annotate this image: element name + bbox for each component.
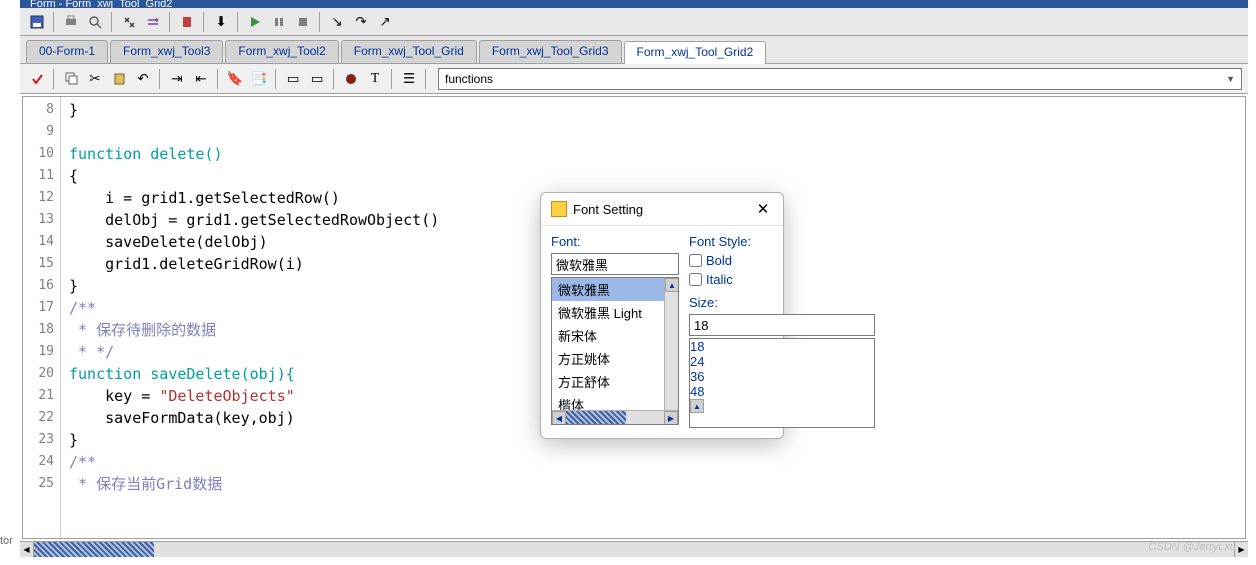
size-label: Size: — [689, 295, 875, 310]
document-tabs: 00-Form-1 Form_xwj_Tool3 Form_xwj_Tool2 … — [20, 36, 1248, 64]
size-option[interactable]: 36 — [690, 369, 874, 384]
function-combo[interactable]: functions ▼ — [438, 68, 1242, 90]
font-option[interactable]: 微软雅黑 Light — [552, 301, 678, 324]
tab-form-tool-grid3[interactable]: Form_xwj_Tool_Grid3 — [479, 40, 622, 63]
chevron-down-icon: ▼ — [1226, 74, 1235, 84]
size-option[interactable]: 48 — [690, 384, 874, 399]
step-out-button[interactable]: ↗ — [374, 11, 396, 33]
horizontal-scrollbar[interactable]: ◀ ▶ — [20, 541, 1248, 557]
comment-button[interactable]: ▭ — [282, 68, 304, 90]
font-input[interactable] — [551, 253, 679, 275]
replace-button[interactable] — [142, 11, 164, 33]
size-input[interactable] — [689, 314, 875, 336]
dialog-icon — [551, 201, 567, 217]
find-button[interactable] — [118, 11, 140, 33]
font-label: Font: — [551, 234, 679, 249]
outdent-button[interactable]: ⇤ — [190, 68, 212, 90]
editor-toolbar: ✂ ↶ ⇥ ⇤ 🔖 📑 ▭ ▭ T ☰ functions ▼ — [20, 64, 1248, 94]
indent-button[interactable]: ⇥ — [166, 68, 188, 90]
main-toolbar: ⬇ ↘ ↷ ↗ — [20, 8, 1248, 36]
font-option[interactable]: 方正舒体 — [552, 370, 678, 393]
breakpoint-button[interactable] — [340, 68, 362, 90]
listbox-vscroll[interactable]: ▲ — [664, 278, 678, 410]
tab-form-tool-grid[interactable]: Form_xwj_Tool_Grid — [341, 40, 477, 63]
check-icon[interactable] — [26, 68, 48, 90]
size-listbox[interactable]: 18243648 ▲ — [689, 338, 875, 428]
font-option[interactable]: 微软雅黑 — [552, 278, 678, 301]
dialog-title: Font Setting — [573, 202, 643, 217]
close-button[interactable]: ✕ — [753, 199, 773, 219]
line-gutter: 8910111213141516171819202122232425 — [23, 97, 61, 538]
copy-button[interactable] — [60, 68, 82, 90]
tab-form-tool2[interactable]: Form_xwj_Tool2 — [225, 40, 338, 63]
watermark: CSDN @JerryLxu — [1148, 541, 1236, 553]
listbox-hscroll[interactable]: ◀ ▶ — [552, 410, 678, 424]
bold-checkbox[interactable]: Bold — [689, 253, 875, 268]
side-text: tor — [0, 535, 13, 547]
step-over-button[interactable]: ↷ — [350, 11, 372, 33]
text-button[interactable]: T — [364, 68, 386, 90]
cut-button[interactable]: ✂ — [84, 68, 106, 90]
stop-button[interactable] — [292, 11, 314, 33]
font-option[interactable]: 方正姚体 — [552, 347, 678, 370]
pause-button[interactable] — [268, 11, 290, 33]
italic-checkbox[interactable]: Italic — [689, 272, 875, 287]
save-button[interactable] — [26, 11, 48, 33]
font-listbox[interactable]: 微软雅黑微软雅黑 Light新宋体方正姚体方正舒体楷体 ▲ ◀ ▶ — [551, 277, 679, 425]
bookmark-toggle-button[interactable]: 🔖 — [224, 68, 246, 90]
combo-value: functions — [445, 72, 493, 86]
tree-button[interactable]: ☰ — [398, 68, 420, 90]
run-button[interactable] — [244, 11, 266, 33]
size-option[interactable]: 18 — [690, 339, 874, 354]
uncomment-button[interactable]: ▭ — [306, 68, 328, 90]
step-button[interactable]: ⬇ — [210, 11, 232, 33]
tab-00-form-1[interactable]: 00-Form-1 — [26, 40, 108, 63]
paste-button[interactable] — [108, 68, 130, 90]
bookmark-nav-button[interactable]: 📑 — [248, 68, 270, 90]
bookmark-button[interactable] — [176, 11, 198, 33]
step-into-button[interactable]: ↘ — [326, 11, 348, 33]
tab-form-tool3[interactable]: Form_xwj_Tool3 — [110, 40, 223, 63]
window-title: Form - Form_xwj_Tool_Grid2 — [30, 0, 172, 8]
size-vscroll[interactable]: ▲ — [690, 399, 874, 413]
font-setting-dialog: Font Setting ✕ Font: 微软雅黑微软雅黑 Light新宋体方正… — [540, 192, 784, 439]
font-option[interactable]: 新宋体 — [552, 324, 678, 347]
print-button[interactable] — [60, 11, 82, 33]
size-option[interactable]: 24 — [690, 354, 874, 369]
style-label: Font Style: — [689, 234, 875, 249]
undo-button[interactable]: ↶ — [132, 68, 154, 90]
tab-form-tool-grid2[interactable]: Form_xwj_Tool_Grid2 — [624, 41, 767, 64]
dialog-titlebar[interactable]: Font Setting ✕ — [541, 193, 783, 226]
title-bar: Form - Form_xwj_Tool_Grid2 — [20, 0, 1248, 8]
preview-button[interactable] — [84, 11, 106, 33]
